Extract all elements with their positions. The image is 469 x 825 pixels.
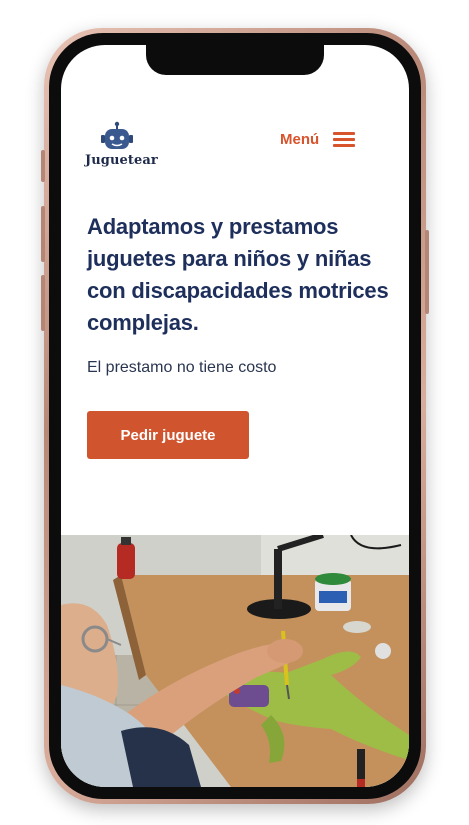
- robot-face-icon: [101, 121, 133, 149]
- menu-label: Menú: [280, 131, 320, 148]
- phone-volume-up: [41, 206, 45, 262]
- menu-button[interactable]: Menú: [280, 131, 356, 148]
- hamburger-menu-icon: [333, 132, 356, 147]
- phone-mute-switch: [41, 150, 45, 182]
- brand-logo[interactable]: Juguetear: [85, 121, 165, 168]
- hero-subtitle: El prestamo no tiene costo: [87, 359, 277, 376]
- phone-power-button: [425, 230, 429, 314]
- hero-photo: [61, 535, 409, 787]
- phone-volume-down: [41, 275, 45, 331]
- phone-screen: Juguetear Menú Adaptamos y prestamos jug…: [61, 45, 409, 787]
- request-toy-button[interactable]: Pedir juguete: [87, 411, 249, 459]
- hero-title: Adaptamos y prestamos juguetes para niño…: [87, 214, 389, 335]
- phone-notch: [146, 45, 324, 75]
- brand-name: Juguetear: [85, 153, 158, 168]
